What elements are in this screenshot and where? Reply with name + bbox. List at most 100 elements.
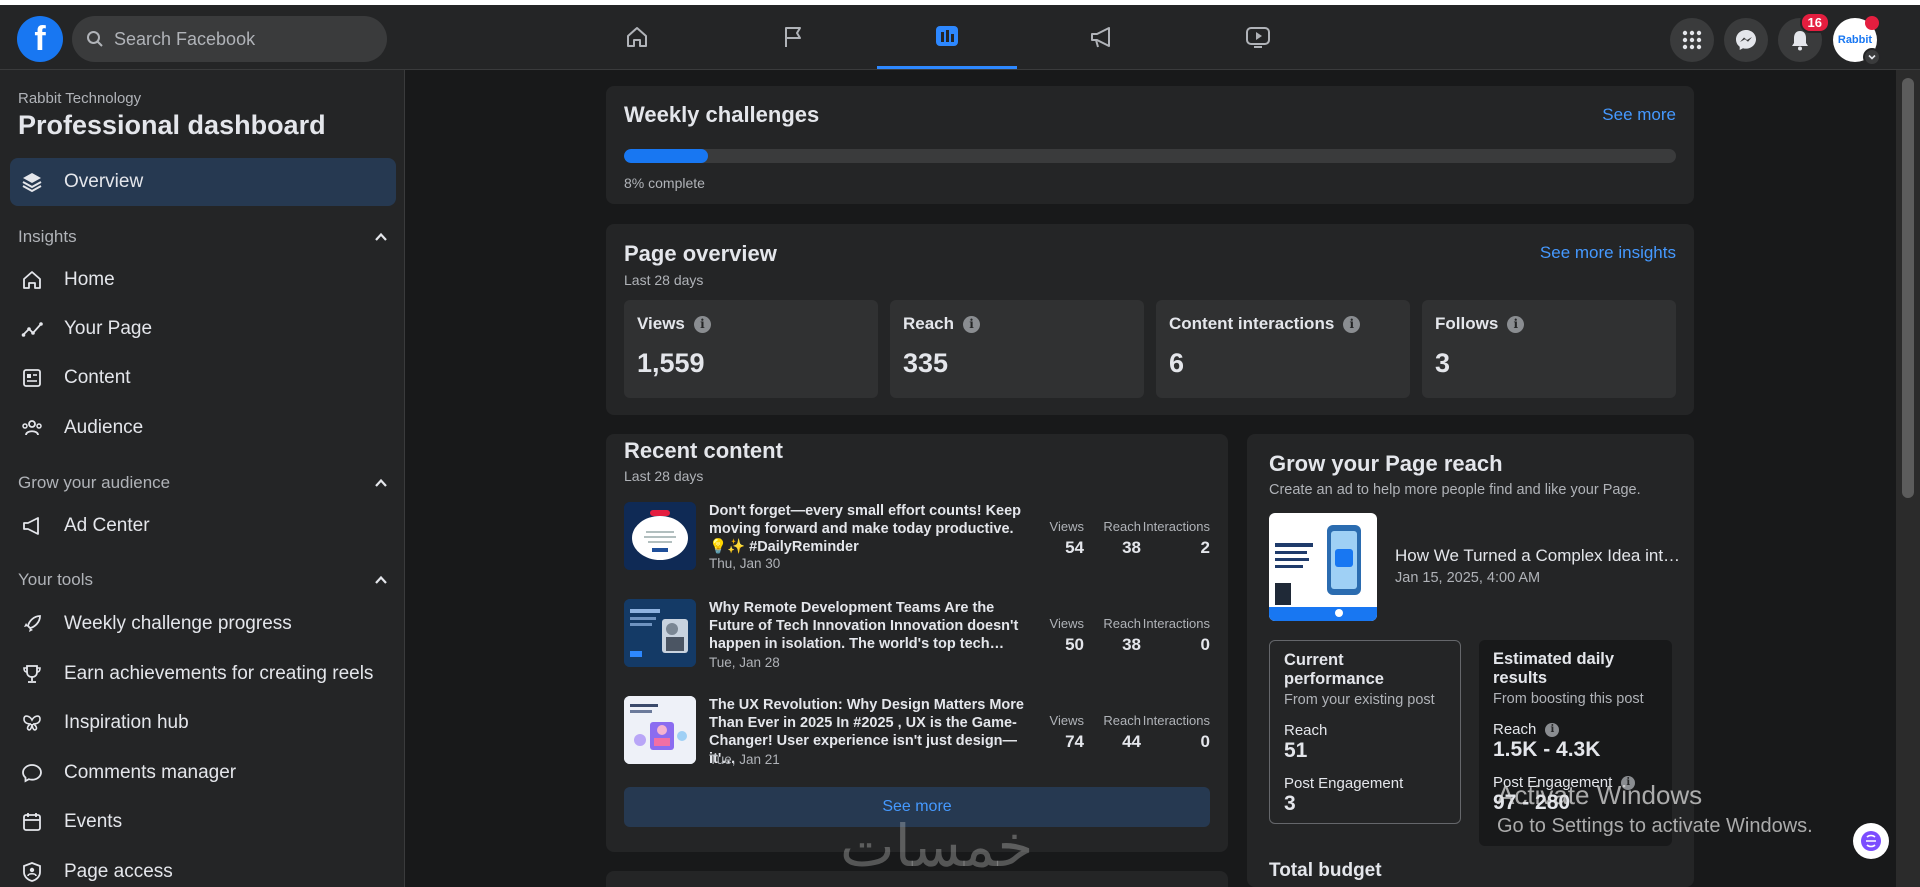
sidebar-item-your-page[interactable]: Your Page <box>10 305 396 353</box>
content-row[interactable]: The UX Revolution: Why Design Matters Mo… <box>624 696 1214 776</box>
nav-tab-video[interactable] <box>1188 5 1328 69</box>
metric-label: Content interactions <box>1169 314 1335 333</box>
sidebar-item-comments-manager[interactable]: Comments manager <box>10 749 396 797</box>
sidebar-item-page-access[interactable]: Page access <box>10 848 396 887</box>
card-title: Page overview <box>624 241 777 266</box>
megaphone-icon <box>18 512 46 540</box>
post-thumbnail <box>624 502 696 570</box>
sidebar-item-events[interactable]: Events <box>10 798 396 846</box>
comment-icon <box>18 759 46 787</box>
stat-interactions: Interactions 0 <box>1124 616 1210 655</box>
recent-content-card: Recent content Last 28 days Don't forget… <box>606 434 1228 852</box>
box-subtitle: From boosting this post <box>1493 691 1644 707</box>
layers-icon <box>18 168 46 196</box>
messenger-icon <box>1734 28 1758 52</box>
stat-value: 50 <box>1065 635 1084 654</box>
metric-content-interactions[interactable]: Content interactions i 6 <box>1156 300 1410 398</box>
sidebar-item-inspiration-hub[interactable]: Inspiration hub <box>10 699 396 747</box>
chevron-down-icon[interactable] <box>1863 48 1881 66</box>
post-text: Don't forget—every small effort counts! … <box>709 503 1022 555</box>
search-icon <box>86 30 104 48</box>
metric-value: 6 <box>1169 348 1185 378</box>
dashboard-icon <box>933 22 961 50</box>
rocket-icon <box>18 610 46 638</box>
activate-windows-notice: Activate Windows Go to Settings to activ… <box>1497 780 1813 838</box>
info-icon[interactable]: i <box>1545 722 1560 737</box>
home-icon <box>18 266 46 294</box>
floating-assistant-button[interactable] <box>1853 823 1889 859</box>
metric-value: 3 <box>1435 348 1451 378</box>
metric-follows[interactable]: Follows i 3 <box>1422 300 1676 398</box>
weekly-progress-bar <box>624 149 1676 163</box>
messenger-button[interactable] <box>1724 18 1768 62</box>
info-icon[interactable]: i <box>693 315 711 333</box>
search-box[interactable] <box>72 16 387 62</box>
stat-value: 54 <box>1065 538 1084 557</box>
boost-post-date: Jan 15, 2025, 4:00 AM <box>1395 570 1541 586</box>
chevron-up-icon[interactable] <box>374 476 388 490</box>
stat-interactions: Interactions 0 <box>1124 713 1210 752</box>
nav-tab-ads[interactable] <box>1032 5 1172 69</box>
metric-label: Reach <box>903 314 955 333</box>
card-subtitle: Create an ad to help more people find an… <box>1269 482 1641 498</box>
sidebar-item-home[interactable]: Home <box>10 256 396 304</box>
section-insights[interactable]: Insights <box>18 227 388 247</box>
scrollbar-thumb[interactable] <box>1902 78 1914 498</box>
sidebar-item-overview[interactable]: Overview <box>10 158 396 206</box>
sidebar-item-audience[interactable]: Audience <box>10 404 396 452</box>
info-icon[interactable]: i <box>1507 315 1525 333</box>
search-input[interactable] <box>114 28 364 50</box>
watermark-logo: خمسات <box>840 812 1034 880</box>
post-date: Tue, Jan 28 <box>709 655 780 670</box>
section-label: Insights <box>18 227 77 246</box>
sidebar-item-label: Home <box>64 269 115 290</box>
section-grow-audience[interactable]: Grow your audience <box>18 473 388 493</box>
sidebar-item-achievements[interactable]: Earn achievements for creating reels <box>10 650 396 698</box>
sidebar-item-weekly-challenge[interactable]: Weekly challenge progress <box>10 600 396 648</box>
facebook-logo[interactable]: f <box>17 16 63 62</box>
info-icon[interactable]: i <box>1343 315 1361 333</box>
weekly-see-more-link[interactable]: See more <box>1602 105 1676 125</box>
sidebar-item-label: Content <box>64 367 131 388</box>
page-scrollbar[interactable] <box>1896 70 1920 887</box>
info-icon[interactable]: i <box>963 315 981 333</box>
metric-reach[interactable]: Reach i 335 <box>890 300 1144 398</box>
metric-value: 1,559 <box>637 348 705 378</box>
chevron-up-icon[interactable] <box>374 230 388 244</box>
stat-value: 0 <box>1200 635 1210 654</box>
page-title: Professional dashboard <box>18 110 326 140</box>
progress-fill <box>624 149 709 163</box>
metric-views[interactable]: Views i 1,559 <box>624 300 878 398</box>
section-your-tools[interactable]: Your tools <box>18 570 388 590</box>
content-row[interactable]: Why Remote Development Teams Are the Fut… <box>624 599 1214 679</box>
activate-title: Activate Windows <box>1497 780 1703 810</box>
sidebar-item-label: Weekly challenge progress <box>64 613 292 634</box>
chevron-up-icon[interactable] <box>374 573 388 587</box>
reach-label: Reach <box>1493 721 1537 738</box>
sidebar-item-content[interactable]: Content <box>10 354 396 402</box>
sidebar-item-ad-center[interactable]: Ad Center <box>10 502 396 550</box>
nav-tab-dashboard[interactable] <box>877 5 1017 69</box>
sidebar-item-label: Overview <box>64 171 144 192</box>
avatar-text: Rabbit <box>1837 34 1873 46</box>
calendar-icon <box>18 808 46 836</box>
stat-value: 0 <box>1200 732 1210 751</box>
notification-count-badge: 16 <box>1799 12 1830 33</box>
stat-label: Interactions <box>1142 519 1210 534</box>
reach-value: 1.5K - 4.3K <box>1493 738 1601 761</box>
see-more-insights-link[interactable]: See more insights <box>1540 243 1676 263</box>
boost-post-title[interactable]: How We Turned a Complex Idea int… <box>1395 546 1680 566</box>
section-label: Your tools <box>18 570 93 589</box>
sidebar-item-label: Comments manager <box>64 762 237 783</box>
nav-tab-home[interactable] <box>567 5 707 69</box>
menu-button[interactable] <box>1670 18 1714 62</box>
profile-avatar[interactable]: Rabbit <box>1833 16 1881 66</box>
stat-views: Views 50 <box>1044 616 1084 655</box>
section-label: Grow your audience <box>18 473 171 492</box>
stat-label: Views <box>1049 713 1084 728</box>
grid-menu-icon <box>1682 30 1702 50</box>
boost-post-thumbnail[interactable] <box>1269 513 1377 621</box>
nav-tab-pages[interactable] <box>723 5 863 69</box>
content-row[interactable]: Don't forget—every small effort counts! … <box>624 502 1214 582</box>
notifications-button[interactable]: 16 <box>1778 12 1830 62</box>
